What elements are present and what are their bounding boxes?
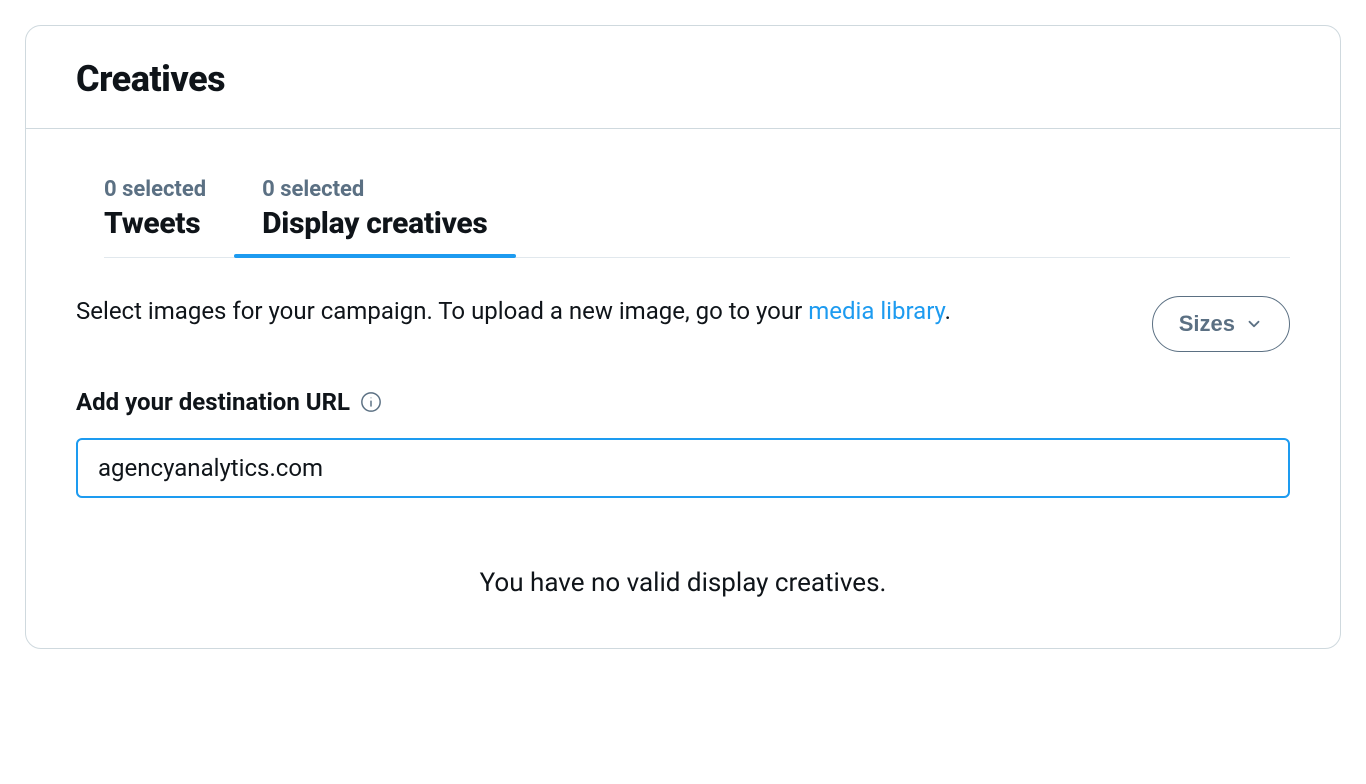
instruction-text: Select images for your campaign. To uplo… <box>76 294 1120 329</box>
media-library-link[interactable]: media library <box>808 297 944 325</box>
tab-tweets[interactable]: 0 selected Tweets <box>104 177 206 257</box>
creatives-panel: Creatives 0 selected Tweets 0 selected D… <box>25 25 1341 649</box>
instruction-suffix: . <box>945 297 951 325</box>
tab-count: 0 selected <box>104 177 206 202</box>
info-icon[interactable] <box>360 391 382 413</box>
panel-title: Creatives <box>76 58 1290 100</box>
tab-label: Display creatives <box>262 206 487 241</box>
destination-url-input[interactable] <box>76 438 1290 498</box>
instruction-prefix: Select images for your campaign. To uplo… <box>76 297 808 325</box>
tab-count: 0 selected <box>262 177 487 202</box>
tab-label: Tweets <box>104 206 206 241</box>
sizes-button[interactable]: Sizes <box>1152 296 1290 352</box>
empty-state-message: You have no valid display creatives. <box>76 568 1290 598</box>
chevron-down-icon <box>1245 315 1263 333</box>
sizes-button-label: Sizes <box>1179 311 1235 337</box>
tab-display-creatives[interactable]: 0 selected Display creatives <box>262 177 487 257</box>
url-field-label-row: Add your destination URL <box>76 388 1290 416</box>
panel-body: 0 selected Tweets 0 selected Display cre… <box>26 129 1340 648</box>
tabs: 0 selected Tweets 0 selected Display cre… <box>104 177 1290 258</box>
url-field-label: Add your destination URL <box>76 388 350 416</box>
panel-header: Creatives <box>26 26 1340 129</box>
instruction-row: Select images for your campaign. To uplo… <box>76 294 1290 352</box>
